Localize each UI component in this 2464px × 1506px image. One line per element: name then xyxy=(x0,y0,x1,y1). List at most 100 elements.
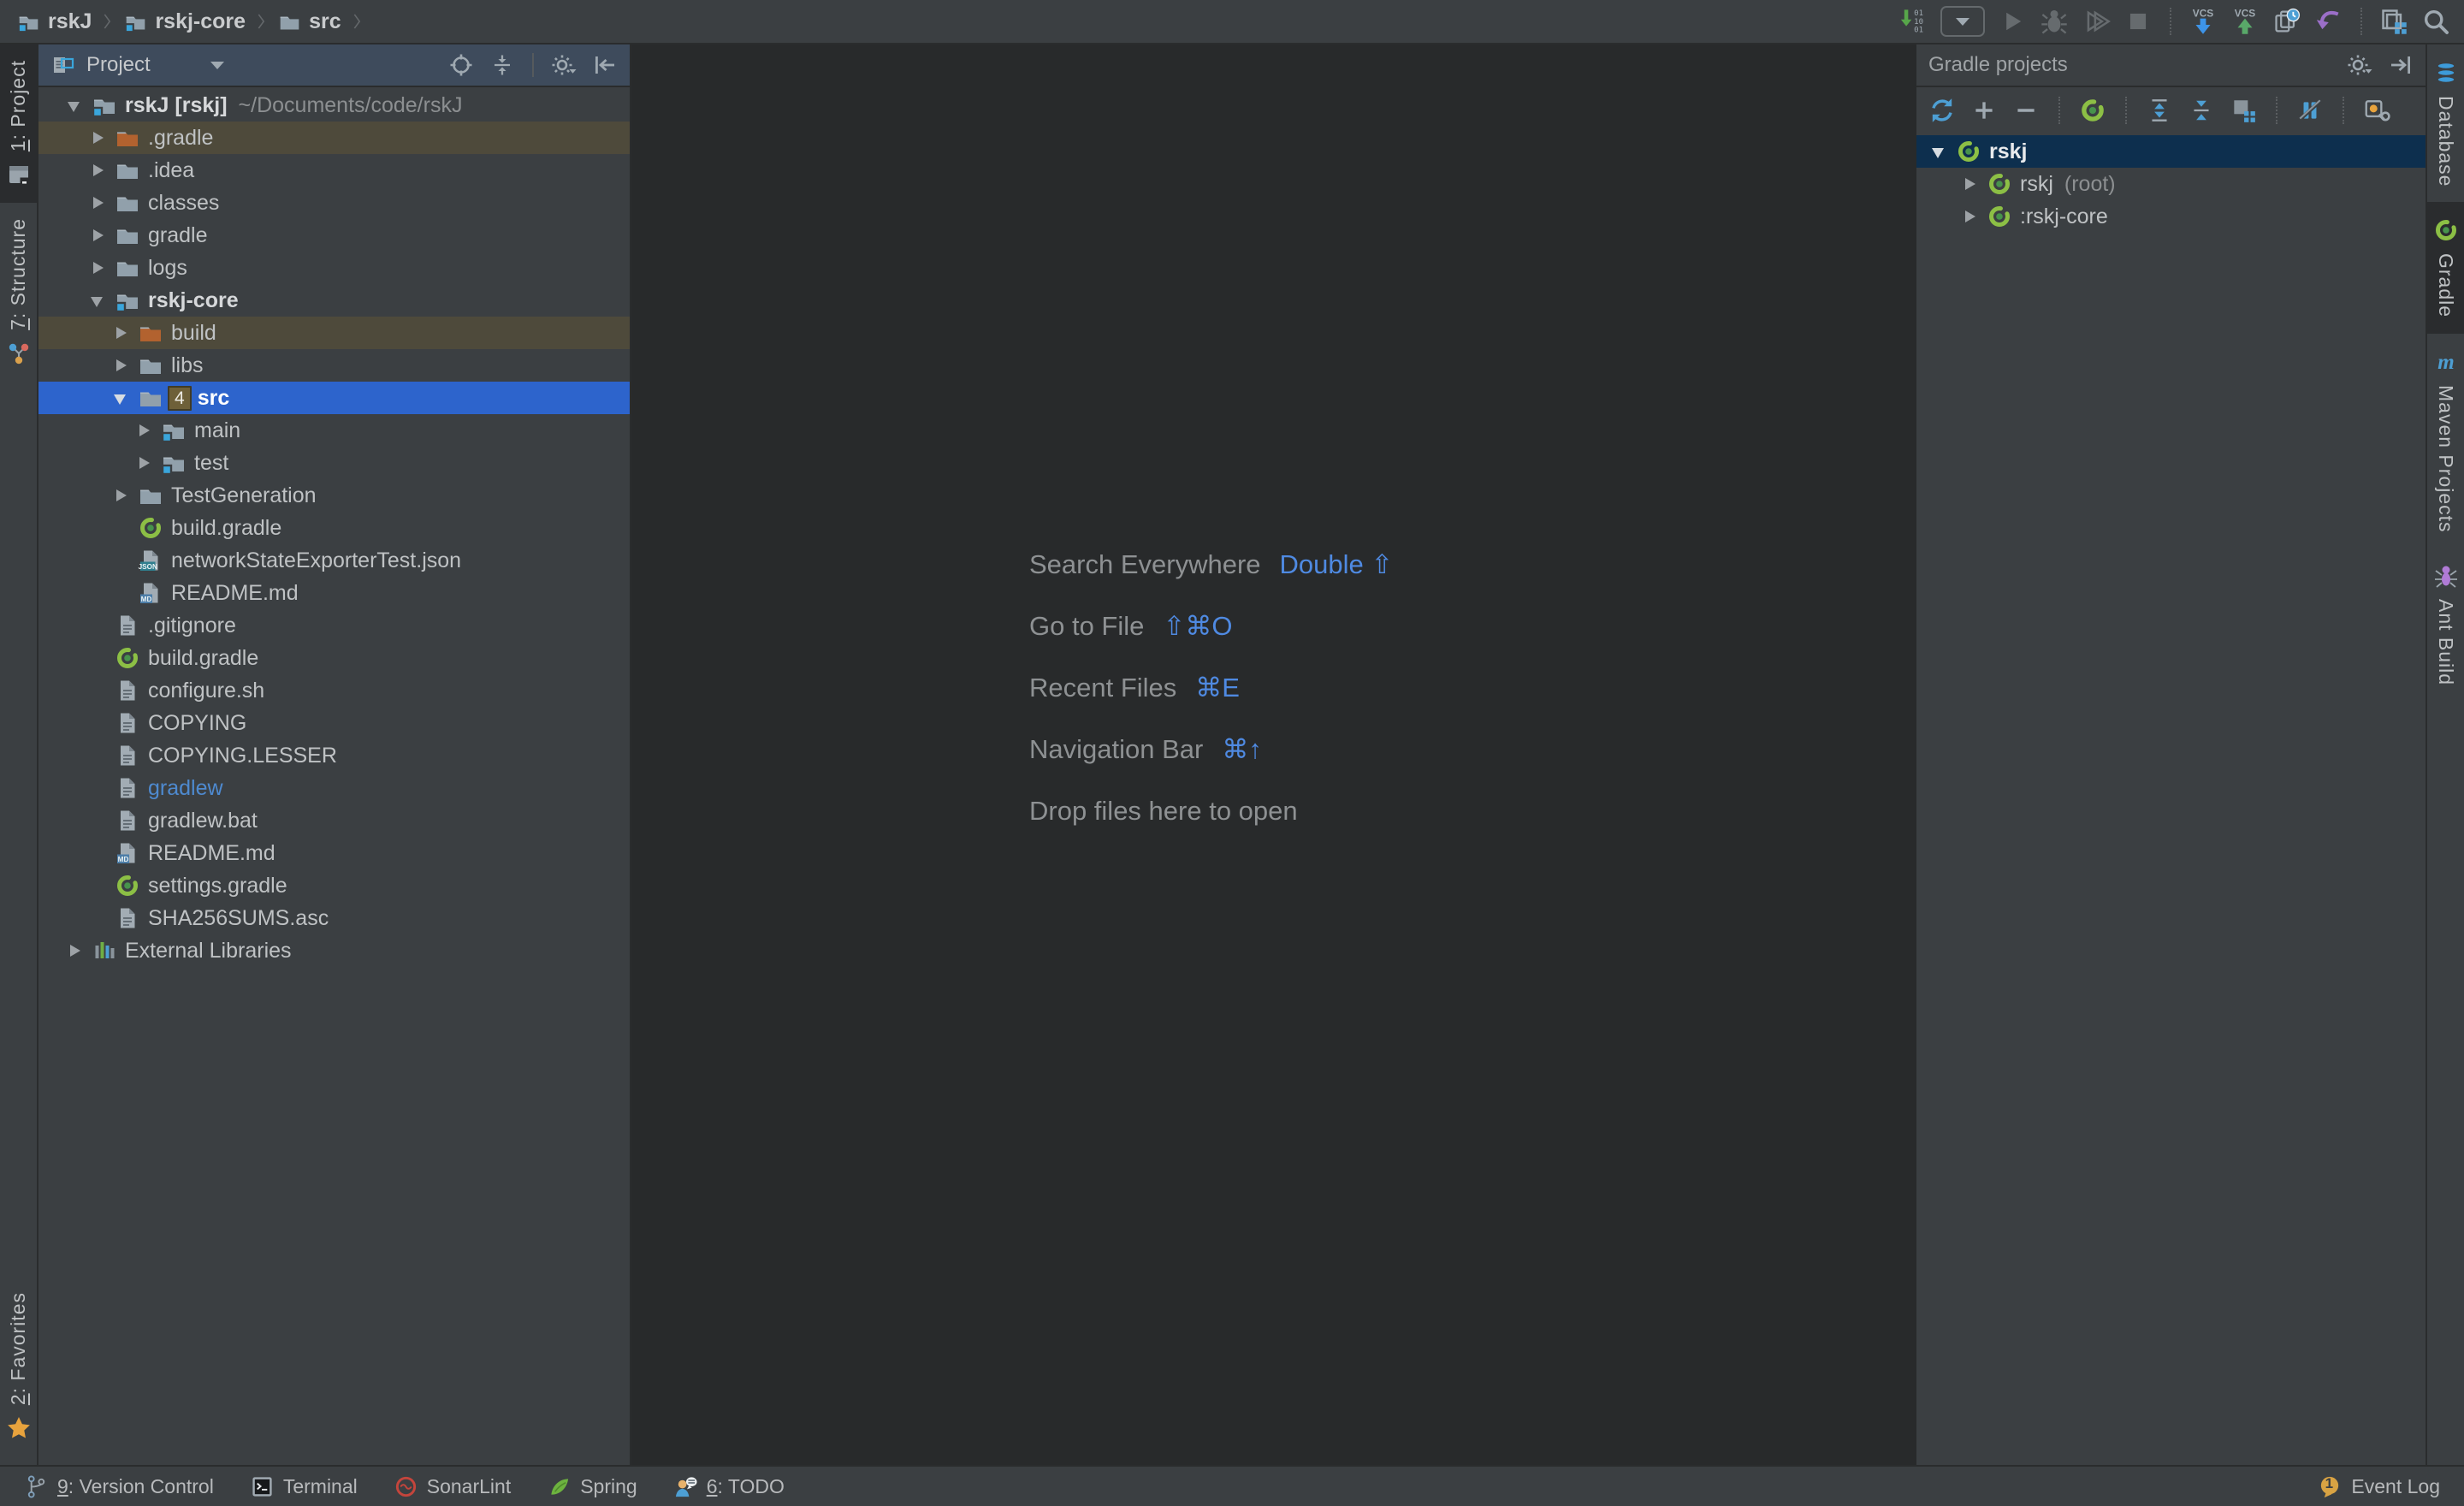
gradle-tree-row-rskj[interactable]: rskj xyxy=(1916,135,2426,168)
tree-collapsed-arrow-icon[interactable] xyxy=(107,349,138,382)
search-everywhere-button[interactable] xyxy=(2421,7,2450,36)
refresh-gradle-button[interactable] xyxy=(1928,97,1956,124)
tool-window-tab-maven-projects[interactable]: mMaven Projects xyxy=(2427,334,2464,548)
project-view-dropdown-caret-icon[interactable] xyxy=(210,62,224,69)
project-tree-row-build-gradle[interactable]: build.gradle xyxy=(38,642,630,674)
expand-all-button[interactable] xyxy=(2146,97,2173,124)
tree-collapsed-arrow-icon[interactable] xyxy=(84,219,115,252)
project-tree-row-build-gradle[interactable]: build.gradle xyxy=(38,512,630,544)
tool-window-tab-database[interactable]: Database xyxy=(2427,44,2464,202)
ant-icon xyxy=(2433,563,2459,589)
status-bar-item-sonarlint[interactable]: SonarLint xyxy=(394,1474,511,1499)
tree-collapsed-arrow-icon[interactable] xyxy=(107,317,138,349)
gradle-tree-row-rskj[interactable]: rskj(root) xyxy=(1916,168,2426,200)
main-toolbar: 011001 VCS VCS xyxy=(1898,6,2450,37)
tree-expanded-arrow-icon[interactable] xyxy=(61,89,92,122)
project-tree-row-settings-gradle[interactable]: settings.gradle xyxy=(38,869,630,902)
stop-button[interactable] xyxy=(2123,7,2153,36)
tree-collapsed-arrow-icon[interactable] xyxy=(84,154,115,187)
project-tree-row-test[interactable]: test xyxy=(38,447,630,479)
tree-indent-spacer xyxy=(84,804,115,837)
project-tree-row-gradle[interactable]: gradle xyxy=(38,219,630,252)
hide-right-icon[interactable] xyxy=(2388,52,2414,78)
project-tree-row-copying[interactable]: COPYING xyxy=(38,707,630,739)
run-configuration-select[interactable] xyxy=(1940,6,1985,37)
run-button[interactable] xyxy=(1998,7,2027,36)
status-bar-item-spring[interactable]: Spring xyxy=(547,1474,637,1499)
tree-collapsed-arrow-icon[interactable] xyxy=(84,122,115,154)
recent-changes-button[interactable] xyxy=(2272,7,2301,36)
project-tree-row-readme-md[interactable]: MDREADME.md xyxy=(38,577,630,609)
gradle-tree-row-rskj-core[interactable]: :rskj-core xyxy=(1916,200,2426,233)
status-bar-item-9-version-control[interactable]: 9: Version Control xyxy=(24,1474,214,1499)
folder-icon xyxy=(115,190,140,216)
gradle-icon xyxy=(1987,204,2012,229)
tree-collapsed-arrow-icon[interactable] xyxy=(130,414,161,447)
project-tree-row-configure-sh[interactable]: configure.sh xyxy=(38,674,630,707)
tool-window-tab-gradle[interactable]: Gradle xyxy=(2427,202,2464,333)
project-tree-row-copying-lesser[interactable]: COPYING.LESSER xyxy=(38,739,630,772)
tool-window-tab-1-project[interactable]: 1: Project xyxy=(0,44,37,203)
project-structure-button[interactable] xyxy=(2379,7,2408,36)
project-tree-row-gradlew-bat[interactable]: gradlew.bat xyxy=(38,804,630,837)
project-tree-row-logs[interactable]: logs xyxy=(38,252,630,284)
project-tree-row-gitignore[interactable]: .gitignore xyxy=(38,609,630,642)
breadcrumb-item-src[interactable]: src xyxy=(275,9,345,34)
status-bar-item-terminal[interactable]: Terminal xyxy=(250,1474,358,1499)
tool-window-tab-7-structure[interactable]: 7: Structure xyxy=(0,203,37,382)
collapse-all-icon[interactable] xyxy=(489,52,515,78)
rollback-button[interactable] xyxy=(2314,7,2343,36)
vcs-commit-button[interactable]: VCS xyxy=(2230,7,2260,36)
project-tree-row-rskj-rskj[interactable]: rskJ [rskj]~/Documents/code/rskJ xyxy=(38,89,630,122)
project-tree-row-rskj-core[interactable]: rskj-core xyxy=(38,284,630,317)
project-view-icon xyxy=(50,52,76,78)
vcs-update-button[interactable]: VCS xyxy=(2189,7,2218,36)
project-tree-row-classes[interactable]: classes xyxy=(38,187,630,219)
breadcrumb-item-rskj-core[interactable]: rskj-core xyxy=(121,9,249,34)
tree-expanded-arrow-icon[interactable] xyxy=(1925,135,1956,168)
debug-button[interactable] xyxy=(2040,7,2069,36)
tree-collapsed-arrow-icon[interactable] xyxy=(1956,200,1987,233)
project-tree-row-libs[interactable]: libs xyxy=(38,349,630,382)
gradle-settings-button[interactable] xyxy=(2363,97,2390,124)
tool-window-tab-2-favorites[interactable]: 2: Favorites xyxy=(0,1277,37,1456)
hide-left-icon[interactable] xyxy=(592,52,618,78)
tree-expanded-arrow-icon[interactable] xyxy=(107,382,138,414)
detach-gradle-project-button[interactable] xyxy=(2012,97,2040,124)
run-gradle-task-button[interactable] xyxy=(2079,97,2106,124)
collapse-all-button[interactable] xyxy=(2188,97,2215,124)
project-tree-row-src[interactable]: 4src xyxy=(38,382,630,414)
status-bar-item-6-todo[interactable]: 6: TODO xyxy=(673,1474,785,1499)
project-tree-row-sha256sums-asc[interactable]: SHA256SUMS.asc xyxy=(38,902,630,934)
attach-gradle-project-button[interactable] xyxy=(1970,97,1998,124)
project-tree-row-gradlew[interactable]: gradlew xyxy=(38,772,630,804)
project-tree-row-readme-md[interactable]: MDREADME.md xyxy=(38,837,630,869)
locate-icon[interactable] xyxy=(448,52,474,78)
breadcrumb-item-rskj[interactable]: rskJ xyxy=(14,9,95,34)
tool-window-tab-ant-build[interactable]: Ant Build xyxy=(2427,548,2464,701)
status-bar-item-event-log[interactable]: 1Event Log xyxy=(2318,1474,2440,1499)
show-dependencies-button[interactable] xyxy=(2230,97,2257,124)
project-tree-row-idea[interactable]: .idea xyxy=(38,154,630,187)
tree-collapsed-arrow-icon[interactable] xyxy=(84,252,115,284)
project-tree-row-testgeneration[interactable]: TestGeneration xyxy=(38,479,630,512)
project-tree-row-gradle[interactable]: .gradle xyxy=(38,122,630,154)
chevron-right-icon xyxy=(252,9,271,34)
gear-dropdown-icon[interactable] xyxy=(551,52,577,78)
project-tree-row-main[interactable]: main xyxy=(38,414,630,447)
toggle-offline-mode-button[interactable] xyxy=(2296,97,2324,124)
gear-dropdown-icon[interactable] xyxy=(2347,52,2372,78)
tree-collapsed-arrow-icon[interactable] xyxy=(107,479,138,512)
tree-collapsed-arrow-icon[interactable] xyxy=(1956,168,1987,200)
tree-indent-spacer xyxy=(84,837,115,869)
project-tree-row-build[interactable]: build xyxy=(38,317,630,349)
tree-collapsed-arrow-icon[interactable] xyxy=(84,187,115,219)
run-with-coverage-button[interactable] xyxy=(2082,7,2111,36)
main-toolbar-bar: rskJ rskj-core src 011001 VCS VCS xyxy=(0,0,2464,44)
tree-collapsed-arrow-icon[interactable] xyxy=(61,934,92,967)
tree-expanded-arrow-icon[interactable] xyxy=(84,284,115,317)
tree-collapsed-arrow-icon[interactable] xyxy=(130,447,161,479)
update-application-button[interactable]: 011001 xyxy=(1898,7,1928,36)
project-tree-row-external-libraries[interactable]: External Libraries xyxy=(38,934,630,967)
project-tree-row-networkstateexportertest-json[interactable]: JSONnetworkStateExporterTest.json xyxy=(38,544,630,577)
